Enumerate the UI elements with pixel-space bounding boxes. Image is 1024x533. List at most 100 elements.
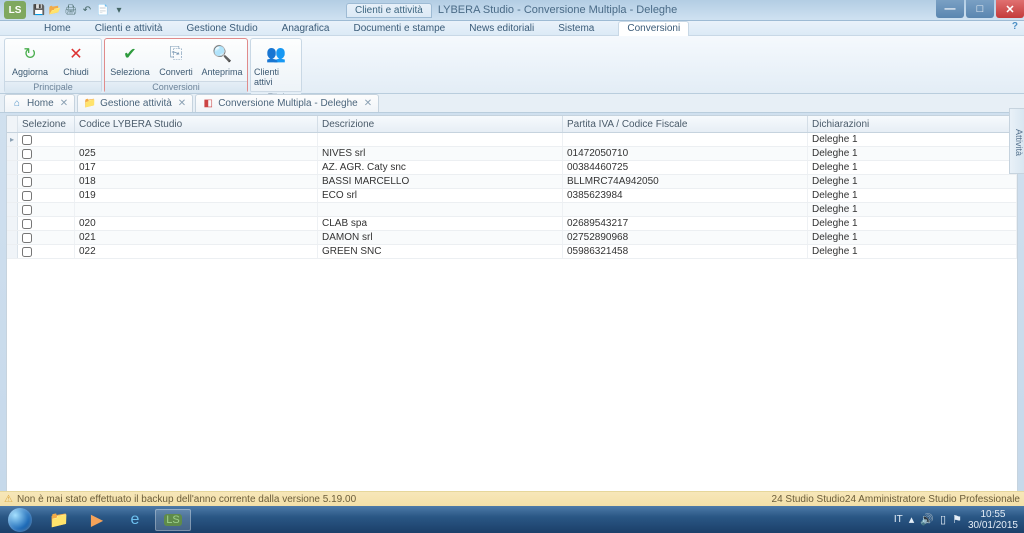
cell-desc <box>318 203 563 216</box>
table-row[interactable]: ▸Deleghe 1 <box>7 133 1017 147</box>
tab-gestione-close[interactable]: ✕ <box>178 98 186 109</box>
cell-selezione <box>18 245 75 258</box>
active-clients-button[interactable]: 👥Clienti attivi <box>253 41 299 89</box>
warning-icon: ⚠ <box>4 494 13 505</box>
row-handle <box>7 189 18 202</box>
row-checkbox[interactable] <box>22 135 32 145</box>
taskbar-app[interactable]: LS <box>155 509 191 531</box>
grid-corner <box>7 116 18 132</box>
row-checkbox[interactable] <box>22 219 32 229</box>
row-checkbox[interactable] <box>22 177 32 187</box>
start-button[interactable] <box>0 506 40 533</box>
app-logo: LS <box>4 1 26 19</box>
col-header-codice[interactable]: Codice LYBERA Studio <box>75 116 318 132</box>
cell-dich: Deleghe 1 <box>808 231 1017 244</box>
preview-button[interactable]: 🔍Anteprima <box>199 41 245 79</box>
document-tabs: ⌂Home✕📁Gestione attività✕ ◧ Conversione Mu… <box>0 94 1024 113</box>
row-checkbox[interactable] <box>22 205 32 215</box>
table-row[interactable]: 025NIVES srl01472050710Deleghe 1 <box>7 147 1017 161</box>
close-button-icon: ✕ <box>65 43 87 65</box>
menu-documenti-e-stampe[interactable]: Documenti e stampe <box>353 23 445 34</box>
refresh-button-icon: ↻ <box>19 43 41 65</box>
qat-open-icon[interactable]: 📂 <box>48 3 62 17</box>
cell-codice: 021 <box>75 231 318 244</box>
side-panel-tab[interactable]: Attività <box>1009 108 1024 174</box>
menu-news-editoriali[interactable]: News editoriali <box>469 23 534 34</box>
tray-up-icon[interactable]: ▴ <box>909 513 915 526</box>
menu-sistema[interactable]: Sistema <box>558 23 594 34</box>
breadcrumb-tab[interactable]: Clienti e attività <box>346 3 432 18</box>
table-row[interactable]: 021DAMON srl02752890968Deleghe 1 <box>7 231 1017 245</box>
cell-selezione <box>18 161 75 174</box>
tray-network-icon[interactable]: ▯ <box>940 513 946 526</box>
taskbar-ie[interactable]: e <box>117 509 153 531</box>
row-handle <box>7 217 18 230</box>
table-row[interactable]: 017AZ. AGR. Caty snc00384460725Deleghe 1 <box>7 161 1017 175</box>
cell-dich: Deleghe 1 <box>808 217 1017 230</box>
window-minimize-button[interactable]: — <box>936 0 964 18</box>
cell-codice <box>75 203 318 216</box>
col-header-dichiarazioni[interactable]: Dichiarazioni <box>808 116 1017 132</box>
tray-clock[interactable]: 10:55 30/01/2015 <box>968 509 1018 531</box>
row-checkbox[interactable] <box>22 149 32 159</box>
menu-home[interactable]: Home <box>44 23 71 34</box>
status-message: Non è mai stato effettuato il backup del… <box>17 494 356 505</box>
help-icon[interactable]: ? <box>1012 21 1018 32</box>
tray-date: 30/01/2015 <box>968 520 1018 531</box>
taskbar-explorer[interactable]: 📁 <box>41 509 77 531</box>
menu-gestione-studio[interactable]: Gestione Studio <box>187 23 258 34</box>
close-button[interactable]: ✕Chiudi <box>53 41 99 79</box>
table-row[interactable]: 022GREEN SNC05986321458Deleghe 1 <box>7 245 1017 259</box>
tray-flag-icon[interactable]: ⚑ <box>952 513 962 526</box>
col-header-piva[interactable]: Partita IVA / Codice Fiscale <box>563 116 808 132</box>
window-maximize-button[interactable]: □ <box>966 0 994 18</box>
tab-gestione[interactable]: 📁Gestione attività✕ <box>77 94 193 112</box>
menu-clienti-e-attivit-[interactable]: Clienti e attività <box>95 23 163 34</box>
tab-conversione-icon: ◧ <box>202 98 214 110</box>
taskbar-media[interactable]: ▶ <box>79 509 115 531</box>
tab-home[interactable]: ⌂Home✕ <box>4 94 75 112</box>
qat-print-icon[interactable]: 🖨 <box>64 3 78 17</box>
table-row[interactable]: 019ECO srl0385623984Deleghe 1 <box>7 189 1017 203</box>
cell-piva: 01472050710 <box>563 147 808 160</box>
row-checkbox[interactable] <box>22 247 32 257</box>
cell-selezione <box>18 147 75 160</box>
cell-piva: BLLMRC74A942050 <box>563 175 808 188</box>
window-close-button[interactable]: ✕ <box>996 0 1024 18</box>
active-clients-button-icon: 👥 <box>265 43 287 65</box>
table-row[interactable]: 020CLAB spa02689543217Deleghe 1 <box>7 217 1017 231</box>
convert-button[interactable]: ⎘Converti <box>153 41 199 79</box>
table-row[interactable]: Deleghe 1 <box>7 203 1017 217</box>
cell-selezione <box>18 217 75 230</box>
row-checkbox[interactable] <box>22 191 32 201</box>
cell-desc: DAMON srl <box>318 231 563 244</box>
tab-conversione-label: Conversione Multipla - Deleghe <box>218 98 358 109</box>
menu-anagrafica[interactable]: Anagrafica <box>282 23 330 34</box>
cell-desc: AZ. AGR. Caty snc <box>318 161 563 174</box>
qat-dropdown-icon[interactable]: ▾ <box>112 3 126 17</box>
row-checkbox[interactable] <box>22 233 32 243</box>
table-row[interactable]: 018BASSI MARCELLOBLLMRC74A942050Deleghe … <box>7 175 1017 189</box>
menu-conversioni[interactable]: Conversioni <box>618 21 689 36</box>
tray-language[interactable]: IT <box>894 514 903 525</box>
cell-codice: 019 <box>75 189 318 202</box>
tab-conversione[interactable]: ◧ Conversione Multipla - Deleghe ✕ <box>195 94 379 112</box>
cell-selezione <box>18 231 75 244</box>
tray-volume-icon[interactable]: 🔊 <box>920 513 934 526</box>
select-button[interactable]: ✔Seleziona <box>107 41 153 79</box>
qat-doc-icon[interactable]: 📄 <box>96 3 110 17</box>
cell-piva <box>563 203 808 216</box>
cell-selezione <box>18 203 75 216</box>
qat-save-icon[interactable]: 💾 <box>32 3 46 17</box>
col-header-descrizione[interactable]: Descrizione <box>318 116 563 132</box>
tab-conversione-close[interactable]: ✕ <box>364 98 372 109</box>
preview-button-icon: 🔍 <box>211 43 233 65</box>
qat-undo-icon[interactable]: ↶ <box>80 3 94 17</box>
status-right: 24 Studio Studio24 Amministratore Studio… <box>772 494 1020 505</box>
refresh-button[interactable]: ↻Aggiorna <box>7 41 53 79</box>
active-clients-button-label: Clienti attivi <box>254 67 298 87</box>
tab-home-close[interactable]: ✕ <box>60 98 68 109</box>
col-header-selezione[interactable]: Selezione <box>18 116 75 132</box>
row-checkbox[interactable] <box>22 163 32 173</box>
cell-dich: Deleghe 1 <box>808 203 1017 216</box>
